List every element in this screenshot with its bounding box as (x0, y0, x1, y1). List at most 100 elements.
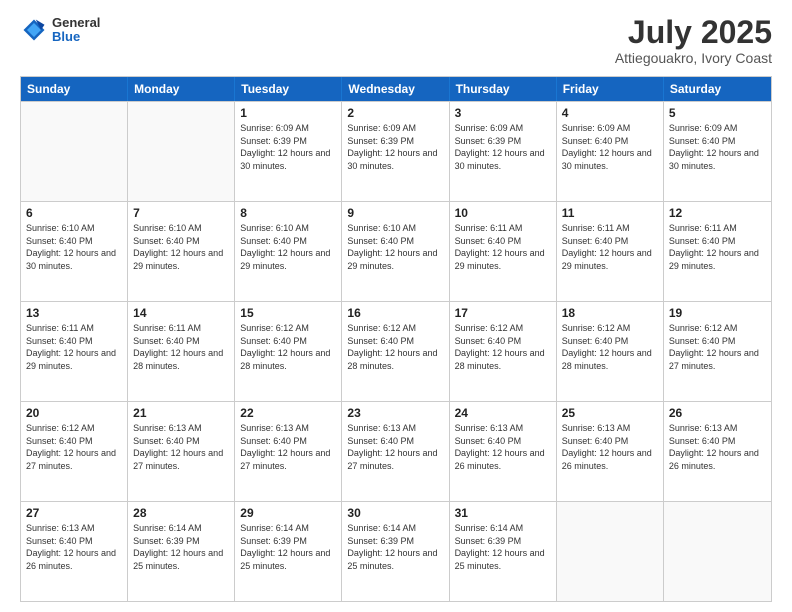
header-tuesday: Tuesday (235, 77, 342, 101)
header-friday: Friday (557, 77, 664, 101)
day-number: 6 (26, 206, 122, 220)
day-number: 18 (562, 306, 658, 320)
logo-general: General (52, 16, 100, 30)
day-info: Sunrise: 6:12 AM Sunset: 6:40 PM Dayligh… (26, 422, 122, 472)
header-monday: Monday (128, 77, 235, 101)
cal-cell: 15Sunrise: 6:12 AM Sunset: 6:40 PM Dayli… (235, 302, 342, 401)
day-info: Sunrise: 6:10 AM Sunset: 6:40 PM Dayligh… (133, 222, 229, 272)
cal-cell: 17Sunrise: 6:12 AM Sunset: 6:40 PM Dayli… (450, 302, 557, 401)
cal-cell: 2 Sunrise: 6:09 AM Sunset: 6:39 PM Daylig… (342, 102, 449, 201)
cal-cell (664, 502, 771, 601)
day-info: Sunrise: 6:11 AM Sunset: 6:40 PM Dayligh… (669, 222, 766, 272)
day-number: 20 (26, 406, 122, 420)
day-info: Sunrise: 6:13 AM Sunset: 6:40 PM Dayligh… (669, 422, 766, 472)
cal-cell: 27 Sunrise: 6:13 AM Sunset: 6:40 PM Dayli… (21, 502, 128, 601)
week-row-4: 20 Sunrise: 6:12 AM Sunset: 6:40 PM Dayli… (21, 401, 771, 501)
day-info: Sunrise: 6:09 AM Sunset: 6:39 PM Dayligh… (347, 122, 443, 172)
day-number: 29 (240, 506, 336, 520)
cal-cell (557, 502, 664, 601)
day-number: 10 (455, 206, 551, 220)
calendar-body: 1 Sunrise: 6:09 AM Sunset: 6:39 PM Daylig… (21, 101, 771, 601)
day-number: 30 (347, 506, 443, 520)
cal-cell (128, 102, 235, 201)
day-number: 21 (133, 406, 229, 420)
day-number: 27 (26, 506, 122, 520)
location: Attiegouakro, Ivory Coast (615, 50, 772, 66)
day-number: 8 (240, 206, 336, 220)
cal-cell: 20 Sunrise: 6:12 AM Sunset: 6:40 PM Dayli… (21, 402, 128, 501)
day-number: 17 (455, 306, 551, 320)
day-info: Sunrise: 6:14 AM Sunset: 6:39 PM Dayligh… (133, 522, 229, 572)
day-info: Sunrise: 6:09 AM Sunset: 6:40 PM Dayligh… (562, 122, 658, 172)
day-number: 11 (562, 206, 658, 220)
day-number: 4 (562, 106, 658, 120)
day-info: Sunrise: 6:13 AM Sunset: 6:40 PM Dayligh… (26, 522, 122, 572)
day-number: 26 (669, 406, 766, 420)
logo-blue: Blue (52, 30, 100, 44)
cal-cell: 30Sunrise: 6:14 AM Sunset: 6:39 PM Dayli… (342, 502, 449, 601)
cal-cell: 5Sunrise: 6:09 AM Sunset: 6:40 PM Daylig… (664, 102, 771, 201)
day-info: Sunrise: 6:12 AM Sunset: 6:40 PM Dayligh… (669, 322, 766, 372)
cal-cell: 3Sunrise: 6:09 AM Sunset: 6:39 PM Daylig… (450, 102, 557, 201)
day-info: Sunrise: 6:14 AM Sunset: 6:39 PM Dayligh… (455, 522, 551, 572)
cal-cell: 22Sunrise: 6:13 AM Sunset: 6:40 PM Dayli… (235, 402, 342, 501)
cal-cell: 24Sunrise: 6:13 AM Sunset: 6:40 PM Dayli… (450, 402, 557, 501)
day-number: 5 (669, 106, 766, 120)
cal-cell: 4 Sunrise: 6:09 AM Sunset: 6:40 PM Daylig… (557, 102, 664, 201)
day-info: Sunrise: 6:13 AM Sunset: 6:40 PM Dayligh… (562, 422, 658, 472)
day-number: 13 (26, 306, 122, 320)
day-info: Sunrise: 6:13 AM Sunset: 6:40 PM Dayligh… (347, 422, 443, 472)
day-number: 25 (562, 406, 658, 420)
cal-cell: 29 Sunrise: 6:14 AM Sunset: 6:39 PM Dayli… (235, 502, 342, 601)
cal-cell: 23 Sunrise: 6:13 AM Sunset: 6:40 PM Dayli… (342, 402, 449, 501)
cal-cell: 31 Sunrise: 6:14 AM Sunset: 6:39 PM Dayli… (450, 502, 557, 601)
day-number: 19 (669, 306, 766, 320)
day-number: 2 (347, 106, 443, 120)
cal-cell: 28 Sunrise: 6:14 AM Sunset: 6:39 PM Dayli… (128, 502, 235, 601)
day-info: Sunrise: 6:13 AM Sunset: 6:40 PM Dayligh… (455, 422, 551, 472)
day-number: 9 (347, 206, 443, 220)
month-year: July 2025 (615, 16, 772, 48)
cal-cell: 14Sunrise: 6:11 AM Sunset: 6:40 PM Dayli… (128, 302, 235, 401)
cal-cell: 19 Sunrise: 6:12 AM Sunset: 6:40 PM Dayli… (664, 302, 771, 401)
cal-cell: 6 Sunrise: 6:10 AM Sunset: 6:40 PM Daylig… (21, 202, 128, 301)
header: General Blue July 2025 Attiegouakro, Ivo… (20, 16, 772, 66)
cal-cell: 7Sunrise: 6:10 AM Sunset: 6:40 PM Daylig… (128, 202, 235, 301)
header-saturday: Saturday (664, 77, 771, 101)
day-info: Sunrise: 6:12 AM Sunset: 6:40 PM Dayligh… (347, 322, 443, 372)
day-info: Sunrise: 6:11 AM Sunset: 6:40 PM Dayligh… (562, 222, 658, 272)
day-info: Sunrise: 6:14 AM Sunset: 6:39 PM Dayligh… (240, 522, 336, 572)
cal-cell: 9 Sunrise: 6:10 AM Sunset: 6:40 PM Daylig… (342, 202, 449, 301)
header-thursday: Thursday (450, 77, 557, 101)
day-info: Sunrise: 6:10 AM Sunset: 6:40 PM Dayligh… (26, 222, 122, 272)
day-number: 12 (669, 206, 766, 220)
day-info: Sunrise: 6:10 AM Sunset: 6:40 PM Dayligh… (240, 222, 336, 272)
cal-cell: 18 Sunrise: 6:12 AM Sunset: 6:40 PM Dayli… (557, 302, 664, 401)
day-info: Sunrise: 6:12 AM Sunset: 6:40 PM Dayligh… (562, 322, 658, 372)
cal-cell: 8 Sunrise: 6:10 AM Sunset: 6:40 PM Daylig… (235, 202, 342, 301)
header-sunday: Sunday (21, 77, 128, 101)
day-info: Sunrise: 6:10 AM Sunset: 6:40 PM Dayligh… (347, 222, 443, 272)
day-info: Sunrise: 6:13 AM Sunset: 6:40 PM Dayligh… (133, 422, 229, 472)
page: General Blue July 2025 Attiegouakro, Ivo… (0, 0, 792, 612)
day-number: 1 (240, 106, 336, 120)
day-number: 16 (347, 306, 443, 320)
cal-cell: 10Sunrise: 6:11 AM Sunset: 6:40 PM Dayli… (450, 202, 557, 301)
week-row-1: 1 Sunrise: 6:09 AM Sunset: 6:39 PM Daylig… (21, 101, 771, 201)
cal-cell: 16 Sunrise: 6:12 AM Sunset: 6:40 PM Dayli… (342, 302, 449, 401)
day-number: 31 (455, 506, 551, 520)
day-info: Sunrise: 6:09 AM Sunset: 6:39 PM Dayligh… (240, 122, 336, 172)
day-info: Sunrise: 6:11 AM Sunset: 6:40 PM Dayligh… (26, 322, 122, 372)
cal-cell: 11 Sunrise: 6:11 AM Sunset: 6:40 PM Dayli… (557, 202, 664, 301)
day-info: Sunrise: 6:11 AM Sunset: 6:40 PM Dayligh… (133, 322, 229, 372)
day-number: 28 (133, 506, 229, 520)
day-number: 23 (347, 406, 443, 420)
cal-cell: 1 Sunrise: 6:09 AM Sunset: 6:39 PM Daylig… (235, 102, 342, 201)
logo-text: General Blue (52, 16, 100, 45)
week-row-3: 13 Sunrise: 6:11 AM Sunset: 6:40 PM Dayli… (21, 301, 771, 401)
day-info: Sunrise: 6:13 AM Sunset: 6:40 PM Dayligh… (240, 422, 336, 472)
cal-cell (21, 102, 128, 201)
header-wednesday: Wednesday (342, 77, 449, 101)
day-info: Sunrise: 6:12 AM Sunset: 6:40 PM Dayligh… (240, 322, 336, 372)
cal-cell: 26 Sunrise: 6:13 AM Sunset: 6:40 PM Dayli… (664, 402, 771, 501)
